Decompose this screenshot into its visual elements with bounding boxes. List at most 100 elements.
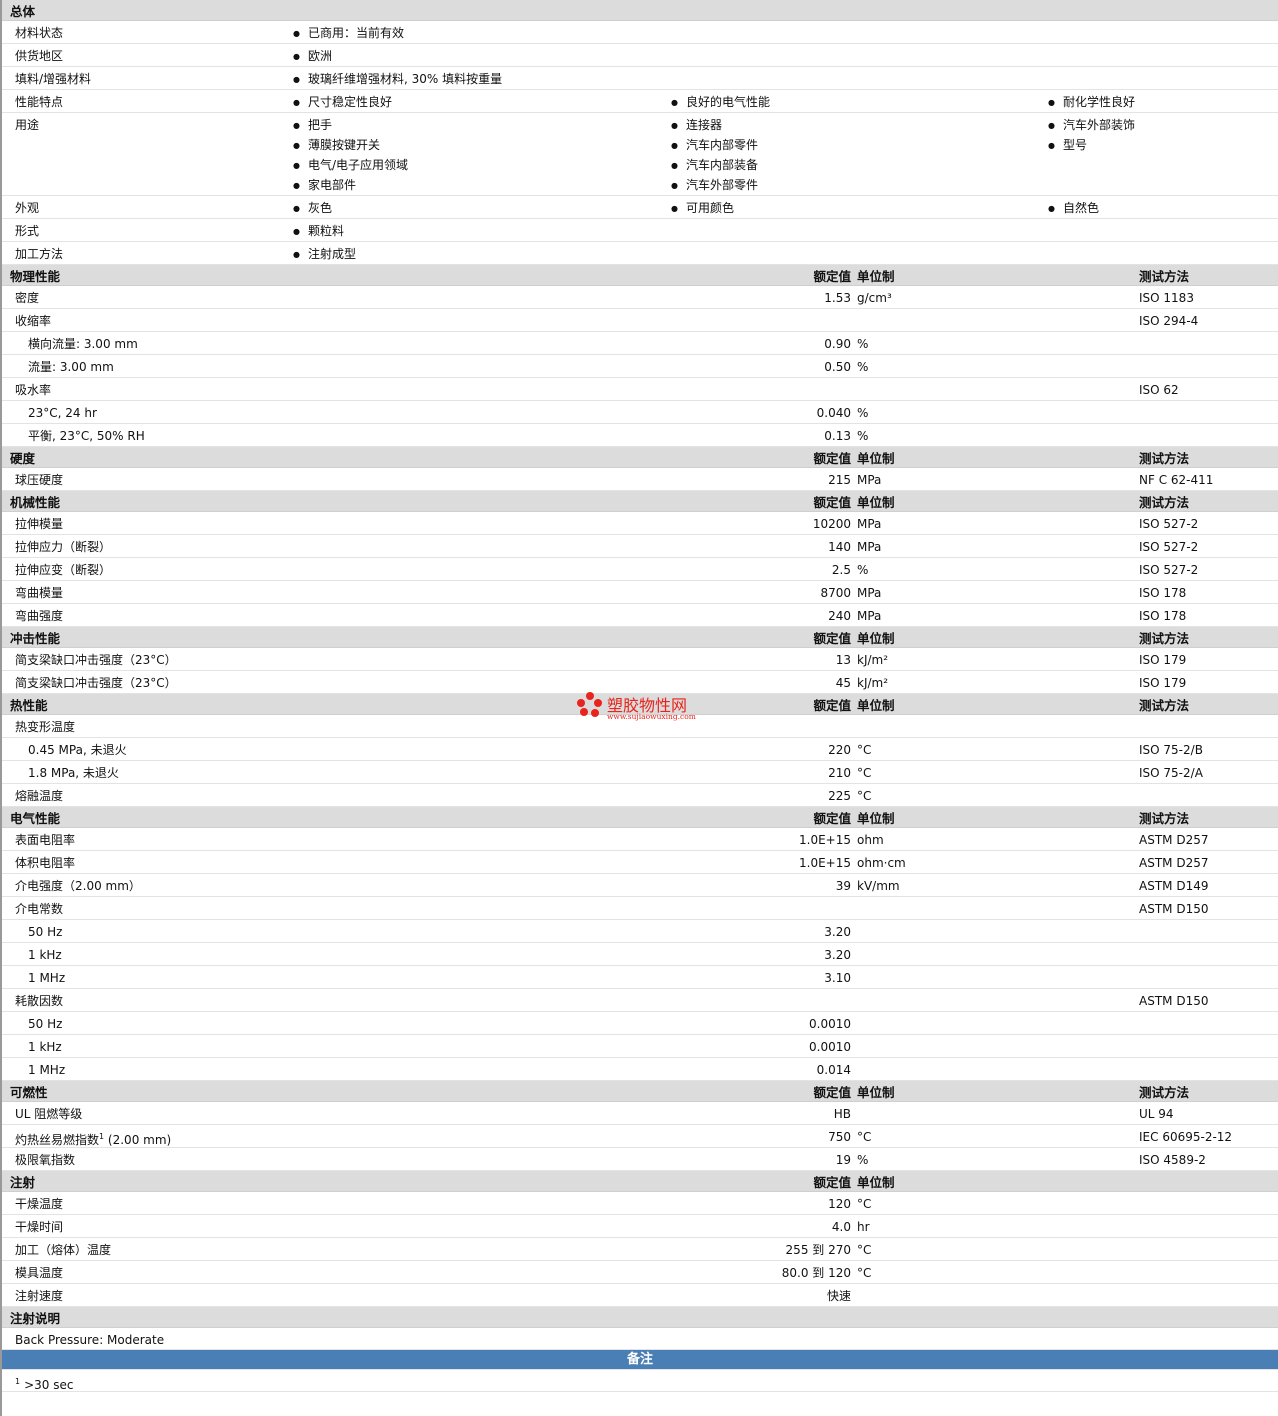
property-name: 拉伸应变（断裂） [15, 563, 111, 577]
property-value: 80.0 到 120 [781, 1266, 851, 1280]
property-unit: g/cm³ [857, 291, 892, 305]
property-name: 熔融温度 [15, 789, 63, 803]
property-value: 0.0010 [809, 1017, 851, 1031]
header-unit: 单位制 [857, 1085, 895, 1100]
property-row: 体积电阻率 1.0E+15 ohm·cm ASTM D257 [2, 851, 1278, 874]
property-test-method: ISO 75-2/B [1139, 743, 1203, 757]
general-value: 电气/电子应用领域 [293, 158, 408, 173]
property-unit: °C [857, 766, 872, 780]
property-value: 220 [828, 743, 851, 757]
property-name: 极限氧指数 [15, 1153, 75, 1167]
section-title: 可燃性 [10, 1085, 48, 1100]
property-unit: % [857, 406, 869, 420]
property-test-method: ISO 62 [1139, 383, 1179, 397]
section-title: 电气性能 [10, 811, 61, 826]
general-value: 汽车内部装备 [671, 158, 758, 173]
property-name: 拉伸模量 [15, 517, 63, 531]
section-header: 物理性能 额定值 单位制 测试方法 [2, 265, 1278, 286]
section-title: 注射说明 [10, 1311, 61, 1326]
property-row: 弯曲强度 240 MPa ISO 178 [2, 604, 1278, 627]
property-name: 1.8 MPa, 未退火 [28, 766, 119, 780]
property-test-method: ISO 75-2/A [1139, 766, 1203, 780]
property-unit: % [857, 563, 869, 577]
remark-text: 1 >30 sec [15, 1375, 73, 1392]
property-row: 拉伸应变（断裂） 2.5% ISO 527-2 [2, 558, 1278, 581]
general-row: 材料状态 已商用：当前有效 [2, 21, 1278, 44]
header-test: 测试方法 [1139, 1085, 1190, 1100]
property-test-method: ISO 178 [1139, 586, 1187, 600]
general-label: 性能特点 [15, 95, 64, 109]
header-unit: 单位制 [857, 495, 895, 510]
section-title: 注射 [10, 1175, 36, 1190]
property-test-method: ASTM D257 [1139, 856, 1209, 870]
property-value: 2.5 [831, 563, 851, 577]
property-name-text: 吸水率 [15, 383, 52, 397]
property-name-text: 23°C, 24 hr [28, 406, 97, 420]
property-name-text: 介电常数 [15, 902, 64, 916]
property-row: 灼热丝易燃指数1 (2.00 mm) 750 °C IEC 60695-2-12 [2, 1125, 1278, 1148]
property-test-method: ISO 178 [1139, 609, 1187, 623]
property-name: 50 Hz [28, 1017, 62, 1031]
remarks-title: 备注 [626, 1352, 653, 1367]
property-row: 干燥时间 4.0 hr [2, 1215, 1278, 1238]
property-row: 1 MHz 0.014 [2, 1058, 1278, 1081]
general-value: 良好的电气性能 [671, 95, 770, 110]
property-unit: ohm·cm [857, 856, 906, 870]
property-name: 横向流量: 3.00 mm [28, 337, 138, 351]
property-name-text: 干燥温度 [15, 1197, 64, 1211]
property-unit: MPa [857, 473, 882, 487]
property-unit: hr [857, 1220, 870, 1234]
header-value: 额定值 [813, 1085, 851, 1100]
property-row: 0.45 MPa, 未退火 220 °C ISO 75-2/B [2, 738, 1278, 761]
section-title: 硬度 [10, 451, 36, 466]
note-row: Back Pressure: Moderate [2, 1328, 1278, 1350]
property-name-text: 注射速度 [15, 1289, 64, 1303]
section-title: 总体 [10, 4, 36, 19]
property-name-text: UL 阻燃等级 [15, 1107, 83, 1121]
footnote-marker: 1 [15, 1377, 21, 1386]
property-test-method: ASTM D150 [1139, 902, 1209, 916]
property-row: 耗散因数 ASTM D150 [2, 989, 1278, 1012]
header-test: 测试方法 [1139, 631, 1190, 646]
header-value: 额定值 [813, 1175, 851, 1190]
property-value: 0.50 [824, 360, 851, 374]
property-row: 1 MHz 3.10 [2, 966, 1278, 989]
header-value: 额定值 [813, 269, 851, 284]
property-value: 13 [835, 653, 851, 667]
property-value: 0.0010 [809, 1040, 851, 1054]
property-value: 39 [835, 879, 851, 893]
property-value: 0.90 [824, 337, 851, 351]
remark-row: 1 >30 sec [2, 1370, 1278, 1392]
property-name: 50 Hz [28, 925, 62, 939]
header-test: 测试方法 [1139, 811, 1190, 826]
property-value: 1.0E+15 [799, 833, 851, 847]
header-unit: 单位制 [857, 1175, 895, 1190]
property-name-suffix: (2.00 mm) [104, 1133, 172, 1147]
property-test-method: ISO 294-4 [1139, 314, 1199, 328]
section-title: 热性能 [10, 698, 48, 713]
property-unit: °C [857, 743, 872, 757]
general-value: 汽车外部零件 [671, 178, 758, 193]
property-row: 注射速度 快速 [2, 1284, 1278, 1307]
property-name: 干燥时间 [15, 1220, 63, 1234]
general-row: 加工方法 注射成型 [2, 242, 1278, 265]
header-unit: 单位制 [857, 269, 895, 284]
property-name-text: 模具温度 [15, 1266, 64, 1280]
property-row: 干燥温度 120 °C [2, 1192, 1278, 1215]
header-test: 测试方法 [1139, 495, 1190, 510]
property-name: 体积电阻率 [15, 856, 75, 870]
property-row: 简支梁缺口冲击强度（23°C） 13 kJ/m² ISO 179 [2, 648, 1278, 671]
watermark-logo-icon [577, 692, 603, 718]
property-name-text: 流量: 3.00 mm [28, 360, 114, 374]
general-value: 汽车内部零件 [671, 138, 758, 153]
property-name: 介电常数 [15, 902, 63, 916]
section-title: 物理性能 [10, 269, 61, 284]
header-test: 测试方法 [1139, 269, 1190, 284]
property-value: 3.20 [824, 925, 851, 939]
property-name: UL 阻燃等级 [15, 1107, 82, 1121]
property-row: 吸水率 ISO 62 [2, 378, 1278, 401]
property-name: 吸水率 [15, 383, 51, 397]
property-row: 熔融温度 225 °C [2, 784, 1278, 807]
general-value: 汽车外部装饰 [1048, 118, 1135, 133]
general-value: 薄膜按键开关 [293, 138, 380, 153]
